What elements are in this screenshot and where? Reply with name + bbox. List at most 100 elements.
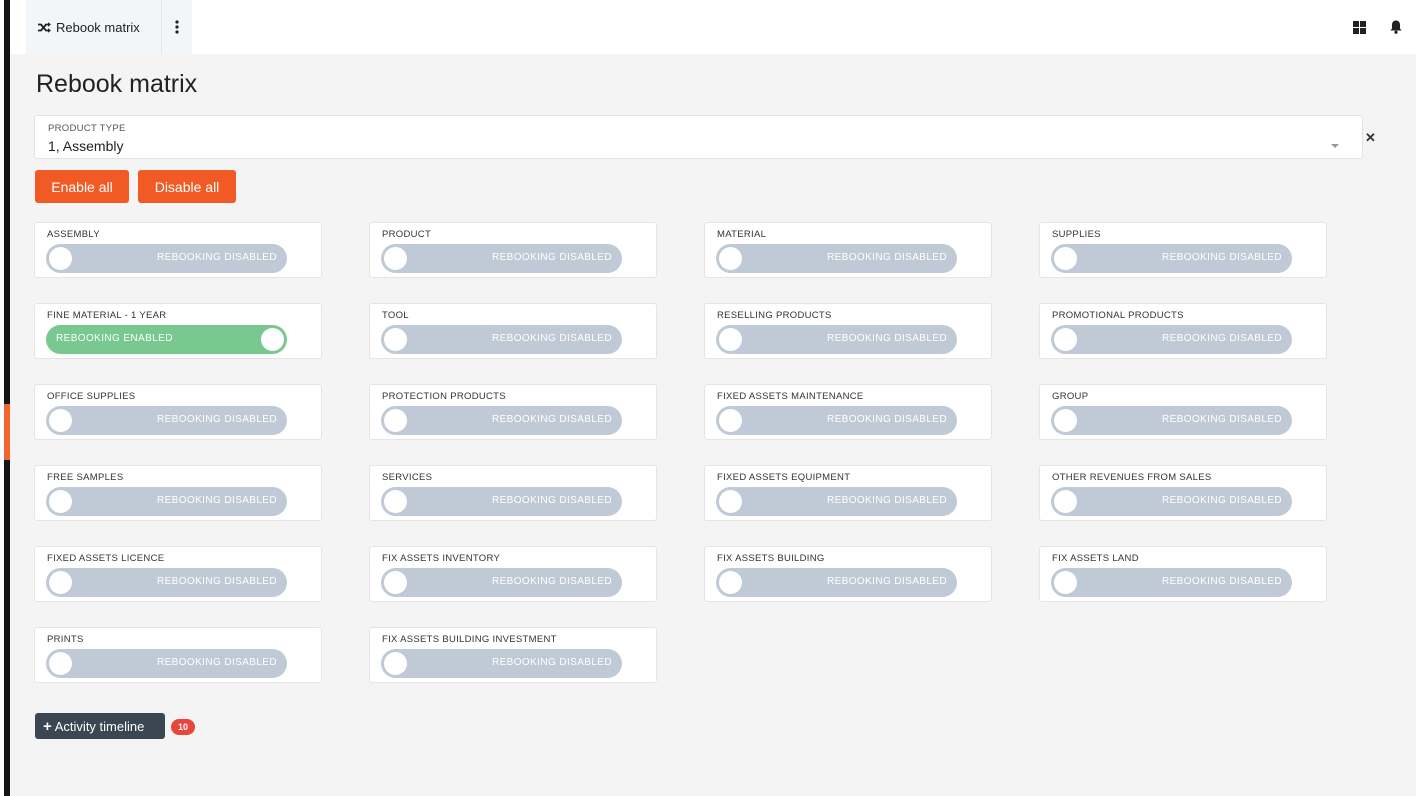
rebooking-toggle[interactable]: REBOOKING DISABLED: [1051, 325, 1292, 354]
matrix-card: PROTECTION PRODUCTS REBOOKING DISABLED: [369, 384, 657, 440]
matrix-card-label: FIX ASSETS LAND: [1052, 553, 1139, 564]
matrix-card: OFFICE SUPPLIES REBOOKING DISABLED: [34, 384, 322, 440]
matrix-card-label: PRINTS: [47, 634, 84, 645]
bell-icon[interactable]: [1390, 20, 1402, 34]
left-rail: [0, 0, 10, 796]
more-options-icon[interactable]: [162, 0, 192, 54]
matrix-card-label: FIX ASSETS INVENTORY: [382, 553, 501, 564]
rebooking-status-label: REBOOKING DISABLED: [826, 576, 947, 587]
matrix-card-label: TOOL: [382, 310, 409, 321]
rebooking-toggle[interactable]: REBOOKING DISABLED: [1051, 487, 1292, 516]
grid-icon[interactable]: [1353, 20, 1366, 34]
rebooking-toggle[interactable]: REBOOKING DISABLED: [1051, 244, 1292, 273]
rebooking-toggle[interactable]: REBOOKING DISABLED: [716, 406, 957, 435]
rebooking-toggle[interactable]: REBOOKING ENABLED: [46, 325, 287, 354]
matrix-card-label: PROTECTION PRODUCTS: [382, 391, 506, 402]
matrix-card: RESELLING PRODUCTS REBOOKING DISABLED: [704, 303, 992, 359]
tab-rebook-matrix[interactable]: Rebook matrix: [26, 0, 192, 54]
activity-timeline-button[interactable]: + Activity timeline: [35, 713, 165, 739]
rebooking-toggle[interactable]: REBOOKING DISABLED: [1051, 406, 1292, 435]
rebooking-toggle[interactable]: REBOOKING DISABLED: [716, 487, 957, 516]
matrix-card: PRODUCT REBOOKING DISABLED: [369, 222, 657, 278]
toggle-knob: [719, 490, 742, 513]
rebooking-toggle[interactable]: REBOOKING DISABLED: [716, 325, 957, 354]
matrix-card-label: OFFICE SUPPLIES: [47, 391, 136, 402]
matrix-card: FIXED ASSETS EQUIPMENT REBOOKING DISABLED: [704, 465, 992, 521]
product-type-label: PRODUCT TYPE: [48, 123, 126, 134]
matrix-card-label: RESELLING PRODUCTS: [717, 310, 832, 321]
matrix-card-label: FIXED ASSETS EQUIPMENT: [717, 472, 851, 483]
rebooking-toggle[interactable]: REBOOKING DISABLED: [1051, 568, 1292, 597]
toggle-knob: [719, 328, 742, 351]
toggle-knob: [1054, 247, 1077, 270]
left-rail-bar: [4, 0, 10, 796]
matrix-card-label: PROMOTIONAL PRODUCTS: [1052, 310, 1184, 321]
toggle-knob: [1054, 409, 1077, 432]
clear-icon[interactable]: ✕: [1365, 130, 1376, 146]
enable-all-button[interactable]: Enable all: [35, 170, 129, 203]
rebooking-status-label: REBOOKING DISABLED: [491, 576, 612, 587]
toggle-knob: [384, 490, 407, 513]
matrix-card-label: FIXED ASSETS LICENCE: [47, 553, 165, 564]
toggle-knob: [719, 409, 742, 432]
activity-timeline-label: Activity timeline: [54, 718, 145, 734]
matrix-card-label: SERVICES: [382, 472, 433, 483]
matrix-card-label: PRODUCT: [382, 229, 432, 240]
matrix-card: ASSEMBLY REBOOKING DISABLED: [34, 222, 322, 278]
toggle-knob: [1054, 571, 1077, 594]
rebooking-toggle[interactable]: REBOOKING DISABLED: [381, 487, 622, 516]
tab-title[interactable]: Rebook matrix: [26, 0, 162, 54]
matrix-card: FIXED ASSETS MAINTENANCE REBOOKING DISABL…: [704, 384, 992, 440]
disable-all-button[interactable]: Disable all: [138, 170, 236, 203]
rebooking-status-label: REBOOKING ENABLED: [56, 333, 173, 344]
rebooking-toggle[interactable]: REBOOKING DISABLED: [46, 487, 287, 516]
toggle-knob: [384, 652, 407, 675]
rebooking-status-label: REBOOKING DISABLED: [1161, 252, 1282, 263]
matrix-card: FIX ASSETS LAND REBOOKING DISABLED: [1039, 546, 1327, 602]
rebooking-toggle[interactable]: REBOOKING DISABLED: [381, 649, 622, 678]
rebook-matrix-grid: ASSEMBLY REBOOKING DISABLED PRODUCT REBOOKI…: [34, 222, 1327, 683]
matrix-card: SERVICES REBOOKING DISABLED: [369, 465, 657, 521]
rebooking-status-label: REBOOKING DISABLED: [156, 576, 277, 587]
matrix-card: MATERIAL REBOOKING DISABLED: [704, 222, 992, 278]
rebooking-status-label: REBOOKING DISABLED: [156, 657, 277, 668]
top-bar: Rebook matrix: [10, 0, 1416, 54]
rebooking-status-label: REBOOKING DISABLED: [826, 495, 947, 506]
rebooking-toggle[interactable]: REBOOKING DISABLED: [381, 325, 622, 354]
rebooking-status-label: REBOOKING DISABLED: [826, 252, 947, 263]
matrix-card: FIX ASSETS BUILDING INVESTMENT REBOOKING …: [369, 627, 657, 683]
toggle-knob: [49, 571, 72, 594]
matrix-card: FIX ASSETS INVENTORY REBOOKING DISABLED: [369, 546, 657, 602]
rebooking-status-label: REBOOKING DISABLED: [491, 657, 612, 668]
matrix-card: FINE MATERIAL - 1 YEAR REBOOKING ENABLED: [34, 303, 322, 359]
rebooking-status-label: REBOOKING DISABLED: [1161, 495, 1282, 506]
matrix-card-label: SUPPLIES: [1052, 229, 1101, 240]
rebooking-toggle[interactable]: REBOOKING DISABLED: [381, 244, 622, 273]
rebooking-toggle[interactable]: REBOOKING DISABLED: [46, 649, 287, 678]
rebooking-status-label: REBOOKING DISABLED: [1161, 576, 1282, 587]
rebooking-status-label: REBOOKING DISABLED: [491, 495, 612, 506]
rebooking-toggle[interactable]: REBOOKING DISABLED: [46, 244, 287, 273]
toggle-knob: [49, 652, 72, 675]
matrix-card-label: FIX ASSETS BUILDING INVESTMENT: [382, 634, 557, 645]
rebooking-toggle[interactable]: REBOOKING DISABLED: [716, 568, 957, 597]
rebooking-toggle[interactable]: REBOOKING DISABLED: [716, 244, 957, 273]
page-title: Rebook matrix: [36, 70, 198, 98]
toggle-knob: [49, 490, 72, 513]
toggle-knob: [384, 247, 407, 270]
chevron-down-icon[interactable]: [1331, 144, 1339, 148]
toggle-knob: [49, 409, 72, 432]
matrix-card-label: FIX ASSETS BUILDING: [717, 553, 825, 564]
matrix-card: OTHER REVENUES FROM SALES REBOOKING DISAB…: [1039, 465, 1327, 521]
matrix-card-label: MATERIAL: [717, 229, 767, 240]
rebooking-toggle[interactable]: REBOOKING DISABLED: [381, 568, 622, 597]
matrix-card: FIXED ASSETS LICENCE REBOOKING DISABLED: [34, 546, 322, 602]
rebooking-status-label: REBOOKING DISABLED: [156, 414, 277, 425]
rebooking-toggle[interactable]: REBOOKING DISABLED: [46, 568, 287, 597]
shuffle-icon: [38, 21, 56, 33]
rebooking-toggle[interactable]: REBOOKING DISABLED: [381, 406, 622, 435]
rebooking-status-label: REBOOKING DISABLED: [1161, 414, 1282, 425]
rebooking-toggle[interactable]: REBOOKING DISABLED: [46, 406, 287, 435]
product-type-select[interactable]: PRODUCT TYPE 1, Assembly ✕: [34, 115, 1376, 159]
toggle-knob: [719, 571, 742, 594]
